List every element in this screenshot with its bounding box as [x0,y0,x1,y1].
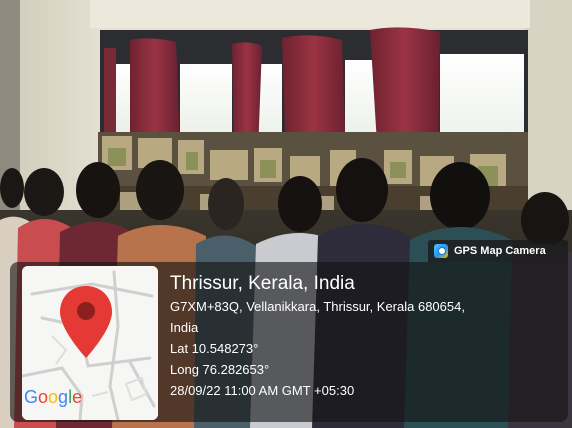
google-logo-letter: e [72,387,83,407]
location-info-panel: Google Thrissur, Kerala, India G7XM+83Q,… [10,262,568,422]
latitude: Lat 10.548273° [170,341,259,356]
map-thumbnail: Google [22,266,158,420]
gps-map-camera-icon [434,244,448,258]
google-logo-letter: G [24,387,39,407]
longitude: Long 76.282653° [170,362,270,377]
google-logo-letter: o [38,387,49,407]
google-logo-letter: g [58,387,69,407]
address-line-1: G7XM+83Q, Vellanikkara, Thrissur, Kerala… [170,299,465,314]
location-text: Thrissur, Kerala, India G7XM+83Q, Vellan… [170,272,560,401]
address-line-2: India [170,320,199,335]
date-time: 28/09/22 11:00 AM GMT +05:30 [170,383,355,398]
google-logo: Google [24,387,82,408]
photo-stage: GPS Map Camera Google Thrissur, Kerala, … [0,0,572,428]
gps-map-camera-badge: GPS Map Camera [428,240,568,262]
google-logo-letter: o [48,387,59,407]
location-title: Thrissur, Kerala, India [170,273,355,294]
badge-label: GPS Map Camera [454,245,546,257]
